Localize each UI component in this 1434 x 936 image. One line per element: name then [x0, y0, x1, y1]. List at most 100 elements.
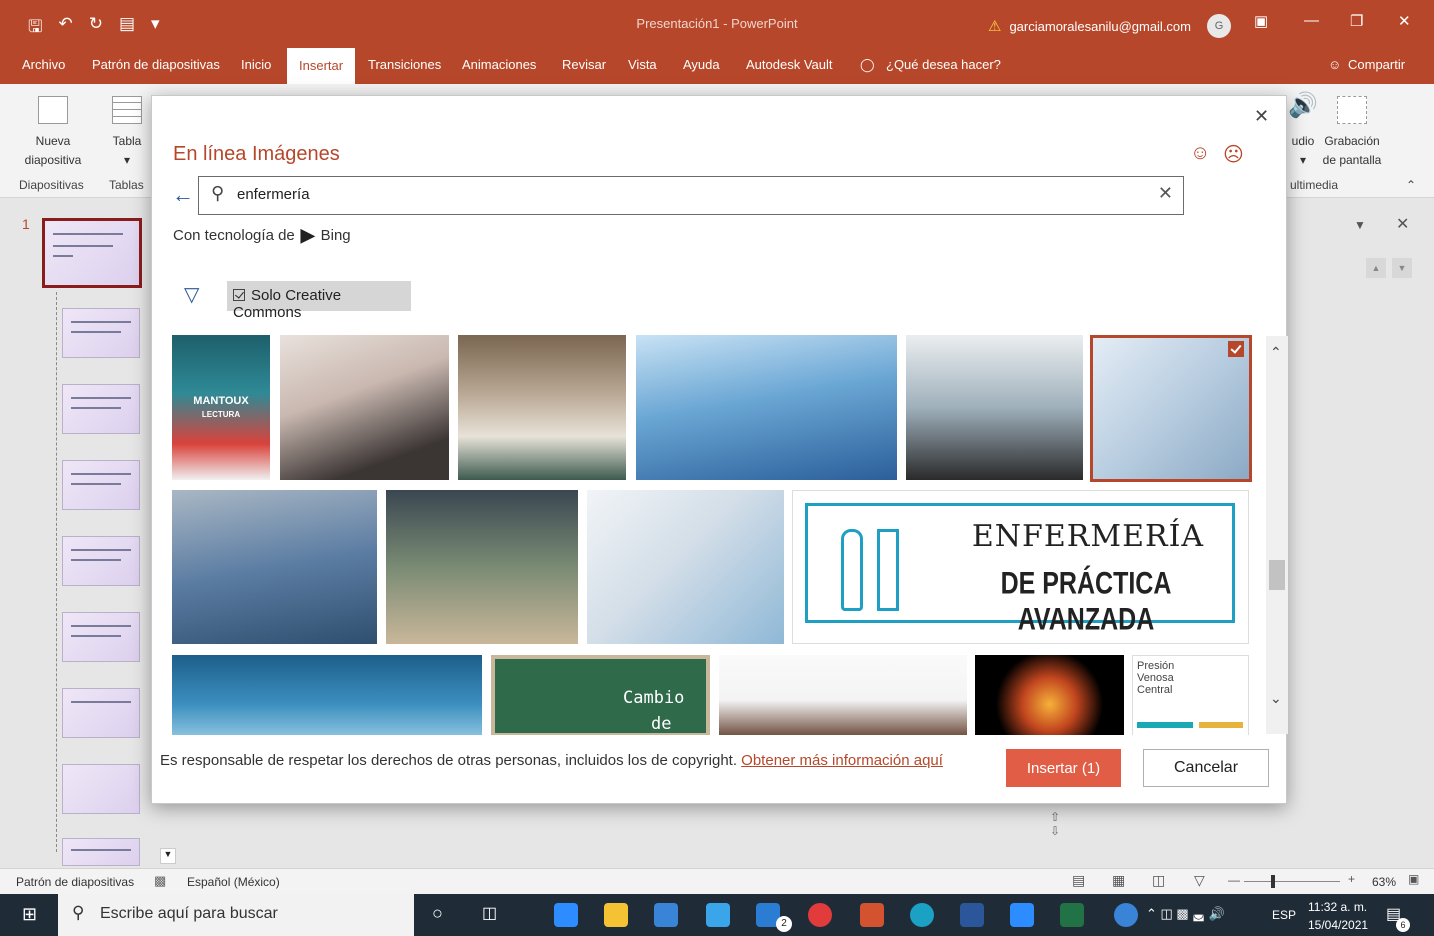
tab-transiciones[interactable]: Transiciones	[368, 57, 441, 72]
dialog-close-icon[interactable]: ✕	[1254, 106, 1269, 127]
back-arrow-icon[interactable]: ←	[172, 182, 194, 208]
slideshow-icon[interactable]: ▽	[1194, 872, 1205, 889]
clock-date[interactable]: 15/04/2021	[1308, 918, 1368, 932]
language-indicator[interactable]: ESP	[1272, 908, 1296, 922]
image-result-operating-room[interactable]	[636, 335, 897, 480]
language-label[interactable]: Español (México)	[187, 875, 280, 889]
image-search-input[interactable]	[237, 186, 1137, 203]
prev-next-slide-icon[interactable]: ⇧ ⇩	[1050, 810, 1060, 838]
visual-studio-icon[interactable]	[706, 903, 730, 927]
image-result-enfermeria-practica-avanzada[interactable]: ENFERMERÍA DE PRÁCTICA AVANZADA	[792, 490, 1249, 644]
share-button[interactable]: Compartir	[1348, 57, 1405, 72]
zoom-out-icon[interactable]: —	[1228, 873, 1240, 887]
image-result-nurse-touchscreen[interactable]	[1090, 335, 1252, 482]
opera-icon[interactable]	[808, 903, 832, 927]
new-slide-button[interactable]: Nueva diapositiva	[16, 96, 90, 170]
learn-more-link[interactable]: Obtener más información aquí	[741, 752, 943, 769]
collapse-ribbon-icon[interactable]: ⌃	[1406, 178, 1416, 192]
image-result-ward-patients[interactable]	[386, 490, 578, 644]
pane-down-icon[interactable]: ▼	[1392, 258, 1412, 278]
frown-feedback-icon[interactable]: ☹	[1223, 142, 1244, 167]
tab-archivo[interactable]: Archivo	[22, 57, 65, 72]
image-result-nurse-mask[interactable]	[587, 490, 784, 644]
tray-icons[interactable]: ⌃ ◫ ▩ ◛ 🔊	[1146, 906, 1225, 922]
image-result-presion-venosa[interactable]: Presión Venosa Central	[1132, 655, 1249, 735]
slide-thumbnail-layout-7[interactable]	[62, 764, 140, 814]
slide-thumbnail-layout-5[interactable]	[62, 612, 140, 662]
file-explorer-icon[interactable]	[604, 903, 628, 927]
tab-inicio[interactable]: Inicio	[241, 57, 271, 72]
scroll-up-icon[interactable]: ⌃	[1270, 344, 1282, 361]
account-area[interactable]: ⚠ garciamoralesanilu@gmail.com G	[988, 14, 1231, 38]
sorter-view-icon[interactable]: ▦	[1112, 872, 1125, 889]
tab-vista[interactable]: Vista	[628, 57, 657, 72]
image-search-box[interactable]: ⚲ ✕	[198, 176, 1184, 215]
cortana-icon[interactable]: ○	[432, 903, 443, 924]
table-button[interactable]: Tabla ▾	[104, 96, 150, 170]
tab-revisar[interactable]: Revisar	[562, 57, 606, 72]
ribbon-display-icon[interactable]: ▣	[1254, 12, 1268, 30]
audio-button[interactable]: 🔊 udio ▾	[1288, 94, 1318, 170]
clock-time[interactable]: 11:32 a. m.	[1308, 900, 1367, 914]
zoom-level[interactable]: 63%	[1372, 875, 1396, 889]
normal-view-icon[interactable]: ▤	[1072, 872, 1085, 889]
results-scrollbar[interactable]: ⌃ ⌄	[1266, 336, 1288, 734]
tab-insertar[interactable]: Insertar	[287, 48, 356, 84]
store-icon[interactable]	[654, 903, 678, 927]
minimize-icon[interactable]: —	[1304, 12, 1319, 29]
smile-feedback-icon[interactable]: ☺	[1190, 142, 1210, 165]
windows-start-icon[interactable]: ⊞	[22, 904, 37, 925]
slide-thumbnail-layout-4[interactable]	[62, 536, 140, 586]
dropbox-icon[interactable]	[554, 903, 578, 927]
slide-thumbnail-layout-6[interactable]	[62, 688, 140, 738]
zoom-app-icon[interactable]	[1010, 903, 1034, 927]
slide-thumbnail-layout-2[interactable]	[62, 384, 140, 434]
selected-check-icon[interactable]	[1228, 341, 1244, 357]
word-icon[interactable]	[960, 903, 984, 927]
tab-patron[interactable]: Patrón de diapositivas	[92, 57, 220, 72]
pane-close-icon[interactable]: ✕	[1396, 214, 1409, 234]
slide-thumbnail-layout-8[interactable]	[62, 838, 140, 866]
filter-icon[interactable]: ▽	[184, 282, 199, 307]
edge-icon[interactable]	[910, 903, 934, 927]
scroll-thumb[interactable]	[1269, 560, 1285, 590]
slide-thumbnail-layout-1[interactable]	[62, 308, 140, 358]
tell-me-input[interactable]: ¿Qué desea hacer?	[886, 57, 1001, 72]
clear-search-icon[interactable]: ✕	[1158, 183, 1173, 204]
insert-button[interactable]: Insertar (1)	[1006, 749, 1121, 787]
image-result-fire[interactable]	[975, 655, 1124, 735]
tab-ayuda[interactable]: Ayuda	[683, 57, 720, 72]
fit-slide-icon[interactable]: ▣	[1408, 872, 1419, 886]
tab-autodesk-vault[interactable]: Autodesk Vault	[746, 57, 832, 72]
zoom-slider-track[interactable]	[1244, 881, 1340, 882]
image-result-icu-staff[interactable]	[172, 490, 377, 644]
zoom-in-icon[interactable]: +	[1348, 872, 1355, 886]
image-result-cambio-de[interactable]: Cambio de	[491, 655, 710, 735]
taskbar-search[interactable]: ⚲ Escribe aquí para buscar	[58, 894, 414, 936]
slide-thumbnail-layout-3[interactable]	[62, 460, 140, 510]
tab-animaciones[interactable]: Animaciones	[462, 57, 536, 72]
pane-options-icon[interactable]: ▼	[1354, 218, 1366, 232]
scroll-down-icon[interactable]: ⌄	[1270, 690, 1282, 707]
help-icon[interactable]	[1114, 903, 1138, 927]
zoom-slider-thumb[interactable]	[1271, 875, 1275, 888]
audio-dropdown-icon[interactable]: ▾	[1288, 151, 1318, 170]
cancel-button[interactable]: Cancelar	[1143, 749, 1269, 787]
screen-recording-button[interactable]: Grabación de pantalla	[1318, 96, 1386, 170]
share-icon[interactable]: ☺	[1328, 57, 1341, 72]
close-window-icon[interactable]: ✕	[1398, 12, 1411, 30]
image-result-presentation-room[interactable]	[906, 335, 1083, 480]
excel-icon[interactable]	[1060, 903, 1084, 927]
slide-thumbnail-master[interactable]	[42, 218, 142, 288]
image-result-syringe-nurse[interactable]	[719, 655, 967, 735]
table-dropdown-icon[interactable]: ▾	[104, 151, 150, 170]
accessibility-icon[interactable]: ▩	[154, 873, 166, 889]
reading-view-icon[interactable]: ◫	[1152, 872, 1165, 889]
image-result-mantoux[interactable]: MANTOUX LECTURA	[172, 335, 270, 480]
pane-up-icon[interactable]: ▲	[1366, 258, 1386, 278]
restore-icon[interactable]: ❐	[1350, 12, 1363, 30]
image-result-nurses-workshop[interactable]	[458, 335, 626, 480]
image-result-tech-blue[interactable]	[172, 655, 482, 735]
panel-scroll-down-icon[interactable]: ▼	[160, 848, 176, 864]
creative-commons-filter[interactable]: Solo Creative Commons	[227, 281, 411, 321]
